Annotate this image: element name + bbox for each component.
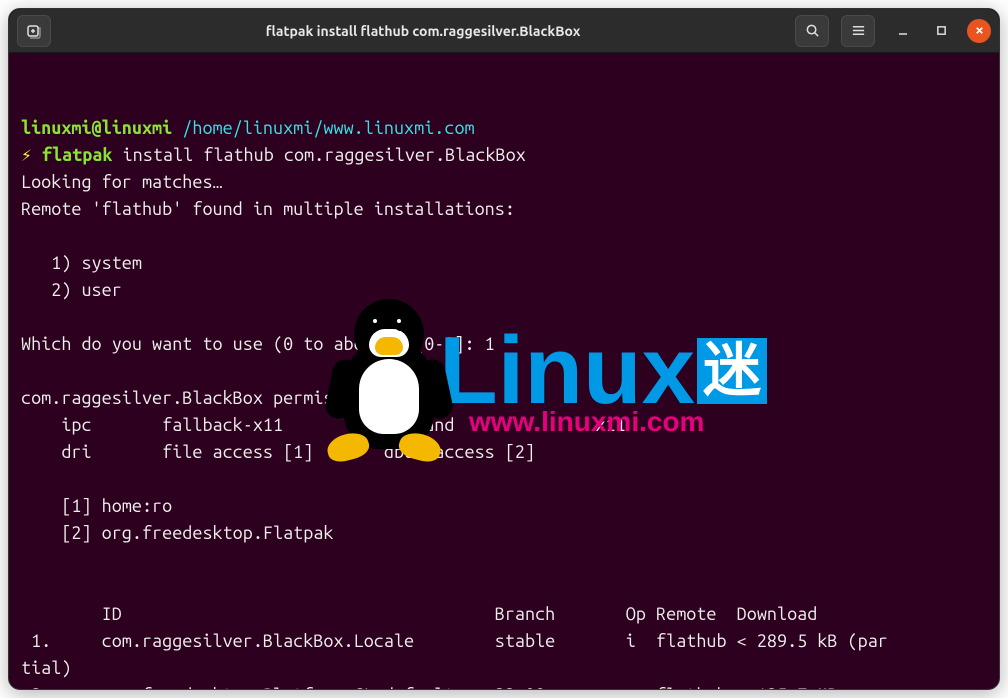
prompt-path: /home/linuxmi/www.linuxmi.com bbox=[182, 118, 474, 138]
output-perms-header: com.raggesilver.BlackBox permissions: bbox=[21, 388, 394, 408]
window-controls bbox=[891, 19, 991, 43]
menu-button[interactable] bbox=[841, 15, 875, 47]
output-looking: Looking for matches… bbox=[21, 172, 223, 192]
titlebar-right bbox=[795, 15, 991, 47]
titlebar: flatpak install flathub com.raggesilver.… bbox=[9, 9, 999, 53]
blank-line bbox=[21, 91, 31, 111]
titlebar-left bbox=[17, 15, 51, 47]
output-which-prompt: Which do you want to use (0 to abort)? [… bbox=[21, 334, 495, 354]
output-perms-row1: ipc fallback-x11 wayland x11 bbox=[21, 415, 626, 435]
prompt-user: linuxmi@linuxmi bbox=[21, 118, 172, 138]
table-header: ID Branch Op Remote Download bbox=[21, 604, 817, 624]
prompt-symbol: ⚡ bbox=[21, 145, 32, 165]
output-remote-found: Remote 'flathub' found in multiple insta… bbox=[21, 199, 515, 219]
output-option1: 1) system bbox=[21, 253, 142, 273]
minimize-button[interactable] bbox=[891, 19, 915, 43]
output-footnote2: [2] org.freedesktop.Flatpak bbox=[21, 523, 333, 543]
search-button[interactable] bbox=[795, 15, 829, 47]
terminal-content[interactable]: linuxmi@linuxmi /home/linuxmi/www.linuxm… bbox=[9, 53, 999, 690]
table-row2: 2. org.freedesktop.Platform.GL.default 2… bbox=[21, 685, 837, 690]
output-perms-row2: dri file access [1] dbus access [2] bbox=[21, 442, 535, 462]
output-option2: 2) user bbox=[21, 280, 122, 300]
command-args: install flathub com.raggesilver.BlackBox bbox=[123, 145, 526, 165]
table-row1-cont: tial) bbox=[21, 658, 71, 678]
window-title: flatpak install flathub com.raggesilver.… bbox=[51, 23, 795, 39]
output-footnote1: [1] home:ro bbox=[21, 496, 172, 516]
new-tab-button[interactable] bbox=[17, 15, 51, 47]
close-button[interactable] bbox=[967, 19, 991, 43]
command-name: flatpak bbox=[42, 145, 113, 165]
terminal-window: flatpak install flathub com.raggesilver.… bbox=[8, 8, 1000, 690]
maximize-button[interactable] bbox=[929, 19, 953, 43]
table-row1: 1. com.raggesilver.BlackBox.Locale stabl… bbox=[21, 631, 888, 651]
